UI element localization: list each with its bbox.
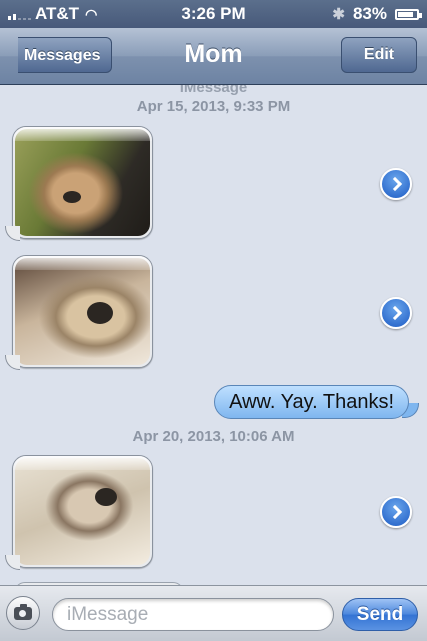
bubble-tail bbox=[5, 355, 20, 370]
timestamp: Apr 20, 2013, 10:06 AM bbox=[132, 428, 295, 445]
status-bar: AT&T ◠ 3:26 PM ✱ 83% bbox=[0, 0, 427, 28]
photo-thumbnail bbox=[15, 129, 150, 236]
photo-detail bbox=[87, 302, 113, 324]
edit-button[interactable]: Edit bbox=[341, 37, 417, 73]
battery-icon bbox=[395, 8, 422, 20]
message-input[interactable] bbox=[52, 598, 334, 631]
photo-detail bbox=[95, 488, 117, 506]
forward-arrow-icon bbox=[387, 176, 402, 192]
battery-percent: 83% bbox=[352, 4, 387, 23]
photo-thumbnail bbox=[15, 258, 150, 365]
photo-message[interactable] bbox=[12, 126, 153, 239]
status-right-group: ✱ 83% bbox=[332, 4, 422, 24]
camera-icon bbox=[14, 603, 32, 620]
input-bar: Send bbox=[0, 585, 427, 641]
nav-bar: Messages Mom Edit bbox=[0, 28, 427, 85]
photo-message[interactable] bbox=[12, 255, 153, 368]
photo-detail bbox=[63, 191, 81, 203]
service-label: iMessage bbox=[179, 85, 248, 96]
forward-button[interactable] bbox=[380, 168, 412, 200]
bluetooth-icon: ✱ bbox=[332, 6, 345, 23]
conversation[interactable]: iMessage Apr 15, 2013, 9:33 PM Aww. Yay.… bbox=[0, 85, 427, 585]
camera-button[interactable] bbox=[6, 596, 40, 630]
sent-message[interactable]: Aww. Yay. Thanks! bbox=[214, 385, 409, 419]
bubble-tail bbox=[5, 555, 20, 570]
forward-arrow-icon bbox=[387, 305, 402, 321]
photo-message[interactable] bbox=[12, 455, 153, 568]
forward-button[interactable] bbox=[380, 496, 412, 528]
photo-thumbnail bbox=[15, 458, 150, 565]
forward-arrow-icon bbox=[387, 504, 402, 520]
timestamp: Apr 15, 2013, 9:33 PM bbox=[136, 98, 291, 115]
forward-button[interactable] bbox=[380, 297, 412, 329]
bubble-tail bbox=[5, 226, 20, 241]
send-button[interactable]: Send bbox=[342, 598, 418, 631]
battery-fill bbox=[398, 11, 413, 17]
